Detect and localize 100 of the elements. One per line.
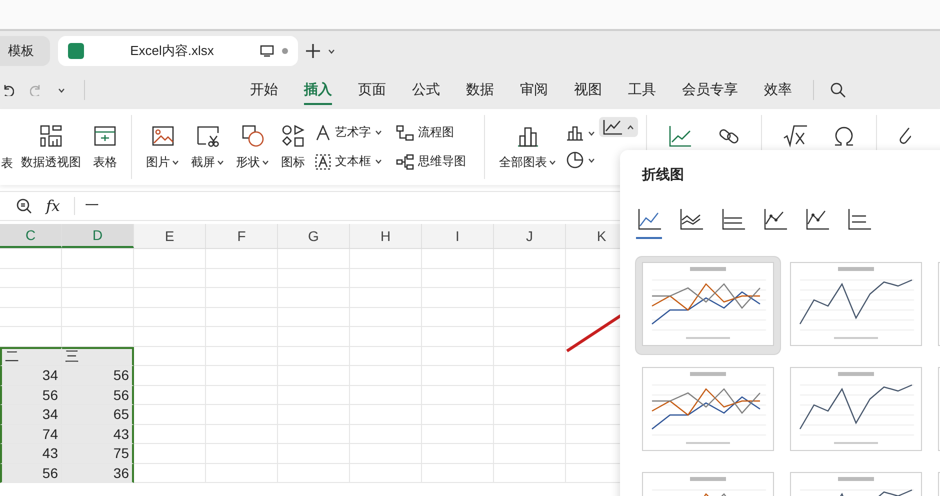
table-cell: 36 — [62, 464, 134, 483]
empty-cell — [206, 405, 278, 424]
ribbon-button[interactable]: 流程图 — [392, 122, 470, 143]
empty-cell — [350, 444, 422, 464]
empty-cell — [278, 308, 350, 327]
column-header[interactable]: F — [206, 224, 278, 248]
letter-a-icon — [315, 124, 331, 140]
empty-cell — [494, 424, 566, 444]
caret-icon — [58, 88, 65, 92]
column-header[interactable]: C — [0, 224, 62, 248]
line-chart-button[interactable] — [599, 117, 638, 137]
monitor-icon — [260, 45, 274, 57]
empty-cell — [422, 444, 494, 464]
table-cell: 56 — [0, 386, 62, 405]
empty-cell — [62, 268, 134, 288]
empty-cell — [422, 268, 494, 288]
empty-cell — [278, 288, 350, 308]
empty-cell — [422, 405, 494, 424]
empty-cell — [350, 424, 422, 444]
empty-cell — [278, 424, 350, 444]
ribbon-button[interactable]: 艺术字 — [311, 122, 386, 143]
empty-cell — [350, 366, 422, 386]
omega-icon — [832, 124, 856, 148]
undo-icon — [2, 84, 14, 96]
empty-cell — [278, 346, 350, 366]
plus-icon[interactable] — [306, 44, 320, 58]
empty-cell — [278, 268, 350, 288]
column-header[interactable]: I — [422, 224, 494, 248]
ribbon-tab[interactable]: 审阅 — [520, 75, 548, 105]
ribbon-tab[interactable]: 工具 — [628, 75, 656, 105]
ribbon-tab[interactable]: 视图 — [574, 75, 602, 105]
empty-cell — [206, 464, 278, 483]
empty-cell — [278, 464, 350, 483]
panel-title: 折线图 — [642, 166, 685, 184]
empty-cell — [134, 327, 206, 346]
empty-cell — [350, 327, 422, 346]
empty-cell — [206, 268, 278, 288]
chart-template-thumbnail[interactable] — [636, 257, 780, 354]
table-cell: 56 — [0, 464, 62, 483]
empty-cell — [350, 464, 422, 483]
ribbon-button[interactable]: 截屏 — [185, 122, 230, 172]
table-cell: 43 — [0, 444, 62, 464]
flowchart-icon — [396, 124, 414, 140]
column-header[interactable]: H — [350, 224, 422, 248]
ribbon-button[interactable]: 文本框 — [311, 151, 386, 172]
empty-cell — [494, 386, 566, 405]
ribbon-button[interactable]: 形状 — [230, 122, 275, 172]
formula-content[interactable]: 一 — [74, 197, 100, 215]
ribbon-tab[interactable]: 效率 — [764, 75, 792, 105]
empty-cell — [134, 288, 206, 308]
ribbon-tab[interactable]: 插入 — [304, 75, 332, 105]
file-tab[interactable]: Excel内容.xlsx — [58, 36, 298, 66]
empty-cell — [494, 268, 566, 288]
ribbon-button[interactable]: 数据透视图 — [15, 122, 87, 172]
empty-cell — [278, 366, 350, 386]
formula-icon — [782, 124, 808, 148]
scissors-icon — [196, 124, 220, 148]
column-header[interactable]: D — [62, 224, 134, 248]
empty-cell — [350, 386, 422, 405]
ribbon-button[interactable]: 图标 — [275, 122, 311, 172]
ribbon-tab[interactable]: 页面 — [358, 75, 386, 105]
shape-icon — [240, 124, 264, 148]
column-header[interactable]: G — [278, 224, 350, 248]
ribbon-tab[interactable]: 开始 — [250, 75, 278, 105]
ribbon-button[interactable]: 表格 — [87, 122, 123, 172]
dot-icon — [282, 48, 288, 54]
table-cell: 二 — [0, 346, 62, 366]
table-cell: 65 — [62, 405, 134, 424]
ribbon-tab[interactable]: 公式 — [412, 75, 440, 105]
empty-cell — [206, 327, 278, 346]
table-cell: 74 — [0, 424, 62, 444]
empty-cell — [494, 464, 566, 483]
function-label[interactable]: fx — [46, 197, 60, 215]
empty-cell — [494, 346, 566, 366]
empty-cell — [278, 444, 350, 464]
ribbon-label: 表 — [1, 154, 13, 172]
table-cell: 43 — [62, 424, 134, 444]
caret-icon — [328, 48, 335, 54]
zoom-icon — [16, 198, 32, 214]
ribbon-button[interactable]: 思维导图 — [392, 151, 470, 172]
ribbon-button[interactable]: 全部图表 — [493, 122, 562, 172]
icons-icon — [281, 124, 305, 148]
ribbon-tab[interactable]: 会员专享 — [682, 75, 738, 105]
file-tab[interactable]: 模板 — [0, 36, 50, 66]
column-header[interactable]: E — [134, 224, 206, 248]
table-cell: 75 — [62, 444, 134, 464]
empty-cell — [134, 268, 206, 288]
empty-cell — [206, 386, 278, 405]
empty-cell — [422, 288, 494, 308]
empty-cell — [206, 308, 278, 327]
line-chart-type-button[interactable] — [636, 206, 662, 239]
table-icon — [93, 124, 117, 148]
empty-cell — [278, 386, 350, 405]
ribbon-button[interactable]: 图片 — [140, 122, 185, 172]
column-header[interactable]: J — [494, 224, 566, 248]
caret-icon — [588, 130, 595, 136]
table-cell: 56 — [62, 366, 134, 386]
table-cell: 三 — [62, 346, 134, 366]
empty-cell — [206, 366, 278, 386]
ribbon-tab[interactable]: 数据 — [466, 75, 494, 105]
